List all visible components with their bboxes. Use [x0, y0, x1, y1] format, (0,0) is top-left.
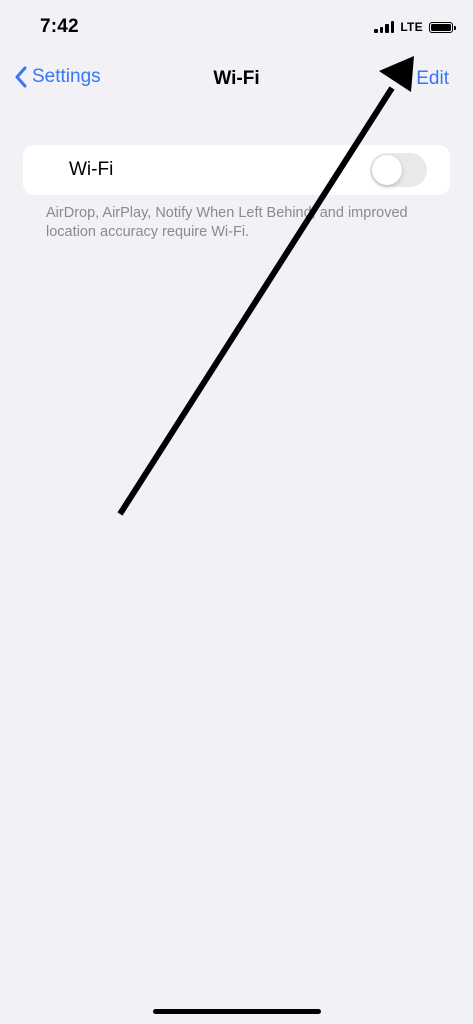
page-title: Wi-Fi — [213, 68, 260, 89]
status-time: 7:42 — [40, 16, 79, 37]
edit-button[interactable]: Edit — [416, 68, 449, 90]
network-type-label: LTE — [400, 20, 423, 34]
toggle-knob — [372, 155, 402, 185]
status-indicators: LTE — [374, 20, 456, 34]
cellular-signal-icon — [374, 21, 395, 33]
wifi-label: Wi-Fi — [69, 159, 114, 180]
home-indicator[interactable] — [153, 1009, 321, 1014]
battery-icon — [429, 21, 456, 33]
wifi-toggle-row: Wi-Fi — [23, 145, 450, 195]
wifi-footer-note: AirDrop, AirPlay, Notify When Left Behin… — [46, 205, 408, 240]
wifi-toggle-switch[interactable] — [370, 153, 427, 187]
